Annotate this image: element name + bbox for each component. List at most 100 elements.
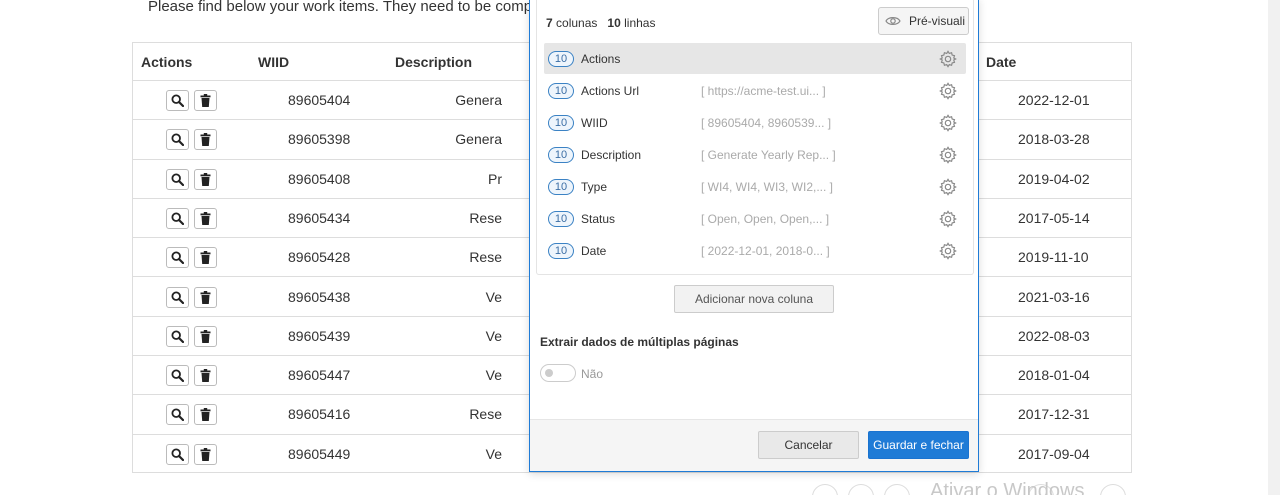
- delete-button[interactable]: [194, 286, 217, 308]
- description-cell: Pr: [488, 170, 502, 187]
- date-cell: 2021-03-16: [1018, 288, 1090, 305]
- search-icon: [171, 173, 184, 186]
- date-cell: 2022-12-01: [1018, 92, 1090, 108]
- page-prev-button[interactable]: [812, 484, 838, 495]
- column-item[interactable]: 10 Actions Url [ https://acme-test.ui... ]: [544, 75, 966, 106]
- windows-activation-watermark: Ativar o Windows: [930, 480, 1085, 495]
- multi-page-title: Extrair dados de múltiplas páginas: [540, 335, 739, 349]
- delete-button[interactable]: [194, 325, 217, 347]
- columns-rows-count: 7 colunas 10 linhas: [546, 16, 655, 30]
- search-icon: [171, 330, 184, 343]
- gear-icon[interactable]: [939, 242, 957, 260]
- wiid-cell: 89605398: [288, 131, 351, 148]
- trash-icon: [200, 94, 211, 107]
- description-cell: Rese: [469, 406, 502, 423]
- date-cell: 2019-04-02: [1018, 170, 1090, 187]
- columns-word: colunas: [556, 16, 598, 30]
- trash-icon: [200, 133, 211, 147]
- description-cell: Genera: [455, 131, 502, 148]
- search-icon: [171, 212, 184, 225]
- view-button[interactable]: [166, 207, 189, 229]
- column-count-badge: 10: [548, 179, 574, 195]
- gear-icon[interactable]: [939, 114, 957, 132]
- column-count-badge: 10: [548, 243, 574, 259]
- view-button[interactable]: [166, 168, 189, 190]
- save-and-close-button[interactable]: Guardar e fechar: [868, 431, 969, 459]
- column-name: WIID: [581, 116, 608, 130]
- wiid-cell: 89605404: [288, 92, 351, 108]
- description-cell: Ve: [485, 367, 502, 384]
- column-name: Type: [581, 180, 608, 194]
- toggle-knob: [545, 369, 553, 377]
- search-icon: [171, 251, 184, 265]
- wiid-cell: 89605447: [288, 367, 351, 384]
- column-preview: [ Open, Open, Open,... ]: [701, 212, 830, 226]
- column-name: Date: [581, 244, 607, 258]
- vertical-scrollbar[interactable]: [1268, 0, 1280, 495]
- column-item[interactable]: 10 WIID [ 89605404, 8960539... ]: [544, 107, 966, 138]
- trash-icon: [200, 211, 211, 225]
- search-icon: [171, 133, 184, 147]
- column-preview: [ 89605404, 8960539... ]: [701, 116, 832, 130]
- page-button[interactable]: [884, 484, 910, 495]
- column-item[interactable]: 10 Date [ 2022-12-01, 2018-0... ]: [544, 235, 966, 266]
- column-count-badge: 10: [548, 83, 574, 99]
- multi-page-toggle[interactable]: [540, 364, 576, 382]
- preview-button[interactable]: Pré-visuali: [878, 7, 969, 35]
- description-cell: Rese: [469, 249, 502, 266]
- column-name: Actions Url: [581, 84, 640, 98]
- header-date: Date: [986, 54, 1017, 70]
- column-item[interactable]: 10 Description [ Generate Yearly Rep... ]: [544, 139, 966, 170]
- view-button[interactable]: [166, 365, 189, 387]
- view-button[interactable]: [166, 325, 189, 347]
- gear-icon[interactable]: [939, 210, 957, 228]
- description-cell: Ve: [485, 288, 502, 305]
- trash-icon: [200, 172, 211, 186]
- delete-button[interactable]: [194, 404, 217, 426]
- gear-icon[interactable]: [939, 50, 957, 68]
- page-button[interactable]: [848, 484, 874, 495]
- search-icon: [171, 369, 184, 383]
- trash-icon: [200, 290, 211, 304]
- delete-button[interactable]: [194, 207, 217, 229]
- column-item[interactable]: 10 Status [ Open, Open, Open,... ]: [544, 203, 966, 234]
- column-count-badge: 10: [548, 51, 574, 67]
- column-count-badge: 10: [548, 147, 574, 163]
- view-button[interactable]: [166, 443, 189, 465]
- gear-icon[interactable]: [939, 146, 957, 164]
- delete-button[interactable]: [194, 443, 217, 465]
- date-cell: 2018-03-28: [1018, 131, 1090, 148]
- delete-button[interactable]: [194, 365, 217, 387]
- description-cell: Rese: [469, 209, 502, 226]
- cancel-button[interactable]: Cancelar: [758, 431, 859, 459]
- header-description: Description: [395, 54, 473, 70]
- view-button[interactable]: [166, 247, 189, 269]
- date-cell: 2018-01-04: [1018, 367, 1090, 384]
- page-next-button[interactable]: [1100, 484, 1126, 495]
- delete-button[interactable]: [194, 168, 217, 190]
- column-item[interactable]: 10 Type [ WI4, WI4, WI3, WI2,... ]: [544, 171, 966, 202]
- column-count-badge: 10: [548, 115, 574, 131]
- trash-icon: [200, 251, 211, 265]
- date-cell: 2022-08-03: [1018, 327, 1090, 344]
- column-item[interactable]: 10 Actions: [544, 43, 966, 74]
- delete-button[interactable]: [194, 129, 217, 151]
- wiid-cell: 89605434: [288, 209, 351, 226]
- trash-icon: [200, 408, 211, 422]
- trash-icon: [200, 329, 211, 343]
- column-count-badge: 10: [548, 211, 574, 227]
- gear-icon[interactable]: [939, 82, 957, 100]
- add-column-button[interactable]: Adicionar nova coluna: [674, 285, 834, 313]
- view-button[interactable]: [166, 404, 189, 426]
- view-button[interactable]: [166, 286, 189, 308]
- column-preview: [ WI4, WI4, WI3, WI2,... ]: [701, 180, 834, 194]
- column-preview: [ https://acme-test.ui... ]: [701, 84, 826, 98]
- view-button[interactable]: [166, 129, 189, 151]
- wiid-cell: 89605416: [288, 406, 351, 423]
- view-button[interactable]: [166, 90, 189, 111]
- delete-button[interactable]: [194, 90, 217, 111]
- delete-button[interactable]: [194, 247, 217, 269]
- header-actions: Actions: [141, 54, 193, 70]
- gear-icon[interactable]: [939, 178, 957, 196]
- search-icon: [171, 448, 184, 461]
